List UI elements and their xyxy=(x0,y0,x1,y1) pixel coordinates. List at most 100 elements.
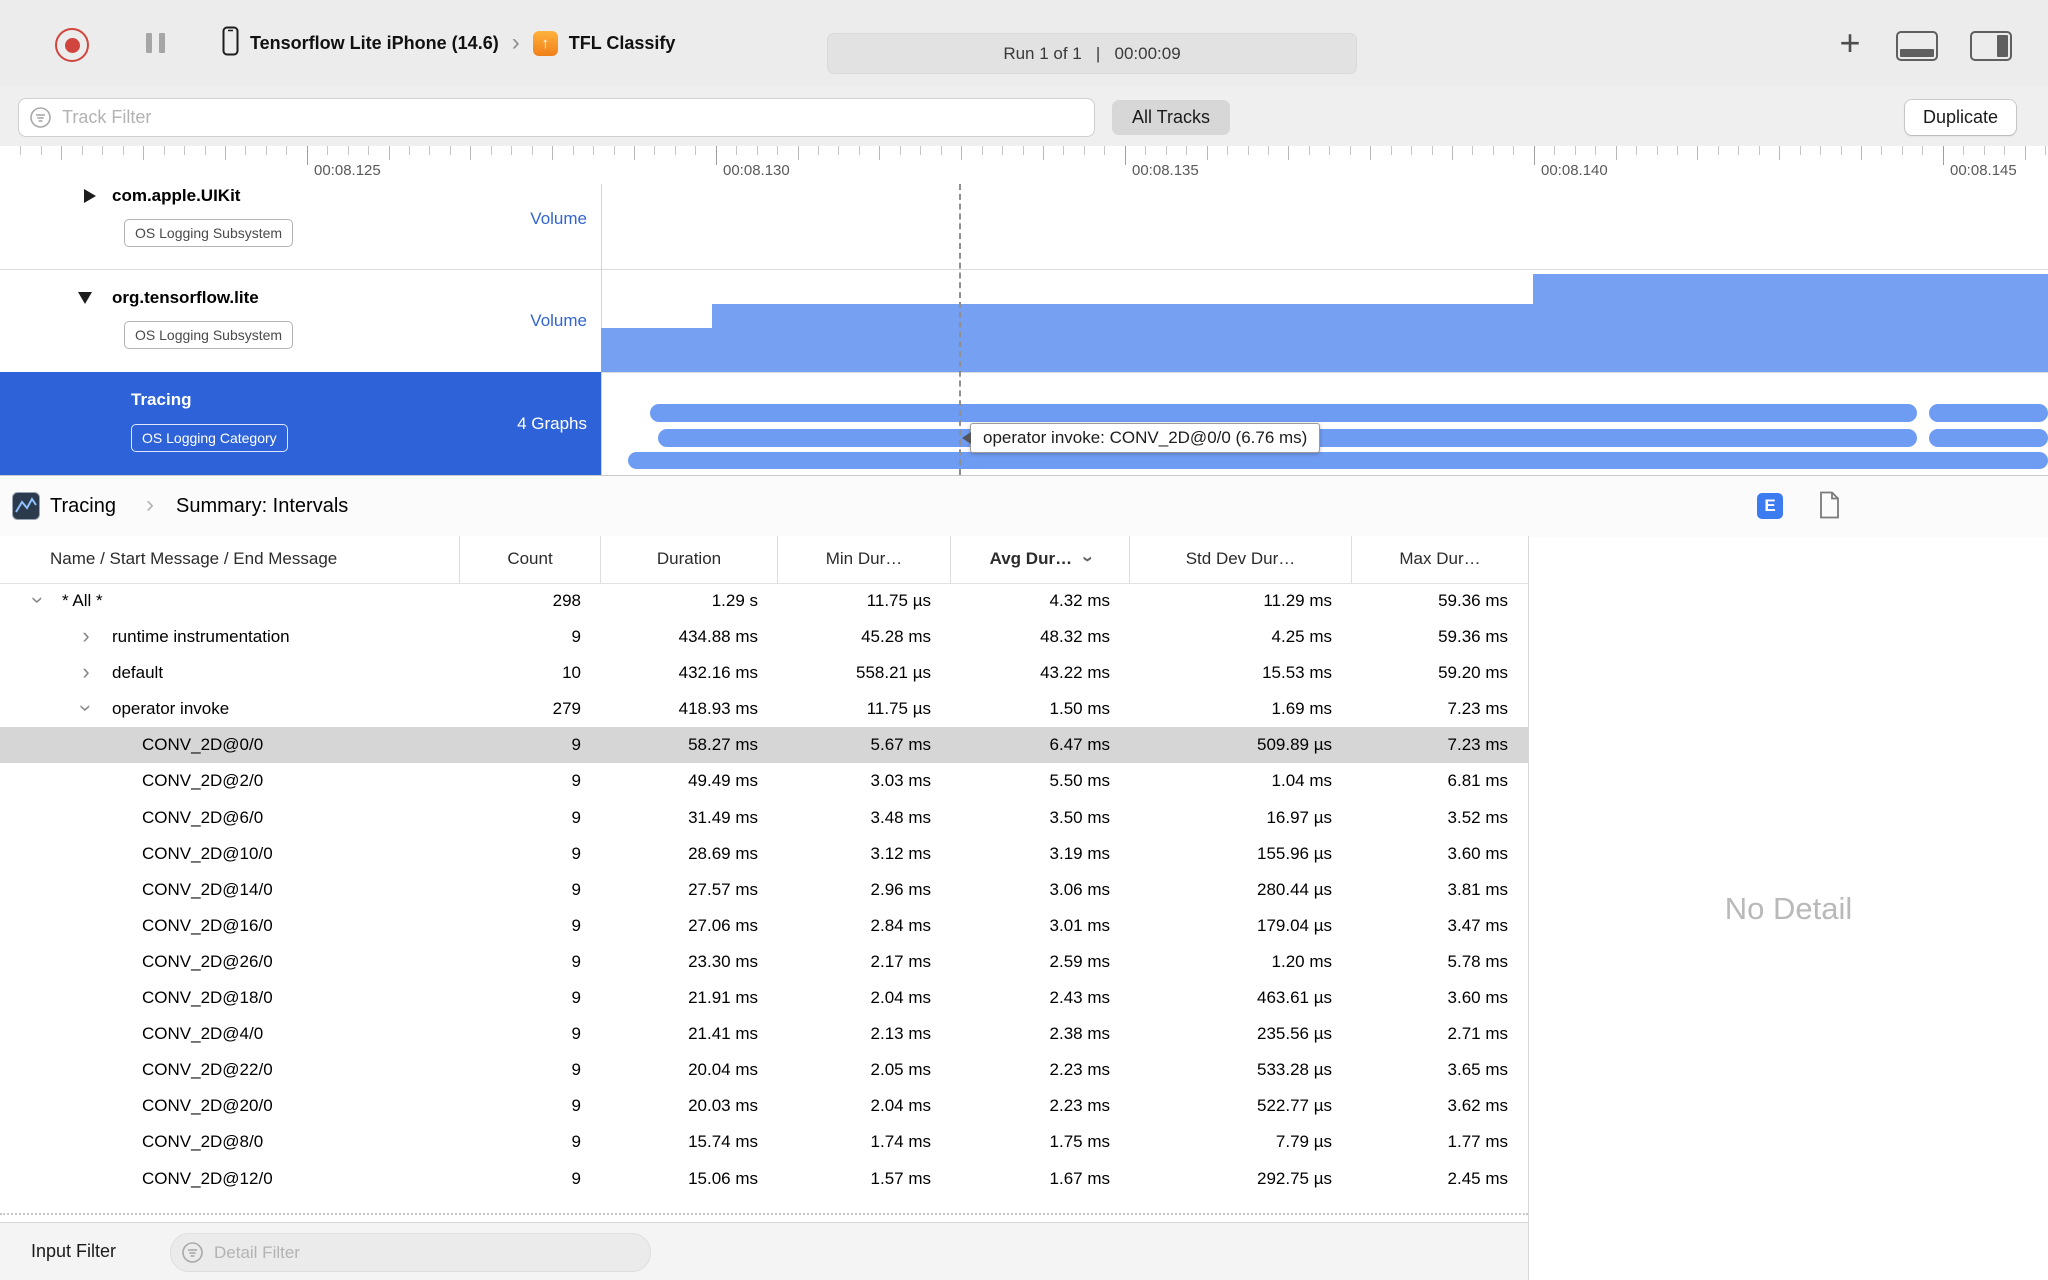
duration-cell: 418.93 ms xyxy=(678,699,758,719)
table-row[interactable]: CONV_2D@6/0 9 31.49 ms 3.48 ms 3.50 ms 16.97 … xyxy=(0,800,1528,836)
instruments-window: Tensorflow Lite iPhone (14.6) › ↑ TFL Cl… xyxy=(0,0,2048,1280)
filter-icon xyxy=(29,106,52,129)
duration-cell: 432.16 ms xyxy=(678,663,758,683)
ruler-tick xyxy=(1574,146,1576,155)
avg-duration-cell: 2.59 ms xyxy=(1049,951,1110,971)
pause-bar-icon xyxy=(159,33,165,53)
table-row[interactable]: › default 10 432.16 ms 558.21 µs 43.22 ms 15.5… xyxy=(0,655,1528,691)
ruler-tick xyxy=(1861,146,1862,160)
ruler-tick xyxy=(2004,146,2006,155)
interval-bar[interactable] xyxy=(628,452,2048,469)
expert-view-button[interactable]: E xyxy=(1757,493,1783,519)
table-row[interactable]: CONV_2D@16/0 9 27.06 ms 2.84 ms 3.01 ms 179.0… xyxy=(0,908,1528,944)
track-header-uikit[interactable]: com.apple.UIKit OS Logging Subsystem Vol… xyxy=(0,184,601,269)
ruler-tick xyxy=(572,146,574,155)
disclosure-chevron[interactable]: › xyxy=(76,655,96,689)
disclosure-chevron[interactable]: › xyxy=(76,619,96,653)
column-header-name[interactable]: Name / Start Message / End Message xyxy=(0,536,460,583)
std-dev-duration-cell: 463.61 µs xyxy=(1256,988,1332,1008)
interval-name: CONV_2D@16/0 xyxy=(142,915,273,935)
max-duration-cell: 3.52 ms xyxy=(1447,807,1508,827)
min-duration-cell: 558.21 µs xyxy=(855,663,931,683)
disclosure-expanded-icon[interactable] xyxy=(78,292,92,304)
detail-filter-input[interactable]: Detail Filter xyxy=(170,1233,651,1272)
ruler-tick xyxy=(388,146,390,160)
table-row[interactable]: CONV_2D@10/0 9 28.69 ms 3.12 ms 3.19 ms 155.9… xyxy=(0,836,1528,872)
table-row[interactable]: CONV_2D@20/0 9 20.03 ms 2.04 ms 2.23 ms 522.7… xyxy=(0,1088,1528,1124)
duration-cell: 15.06 ms xyxy=(688,1168,758,1188)
max-duration-cell: 2.71 ms xyxy=(1447,1024,1508,1044)
track-meta: Volume xyxy=(530,311,587,330)
detail-pane-header: Tracing › Summary: Intervals E xyxy=(0,475,2048,538)
disclosure-chevron[interactable]: › xyxy=(21,590,55,610)
volume-bar xyxy=(712,304,1533,372)
track-header-tracing[interactable]: Tracing OS Logging Category 4 Graphs xyxy=(0,372,601,475)
max-duration-cell: 2.45 ms xyxy=(1447,1168,1508,1188)
breadcrumb-instrument[interactable]: Tracing xyxy=(50,476,116,536)
duplicate-button[interactable]: Duplicate xyxy=(1904,100,2016,135)
table-row[interactable]: CONV_2D@4/0 9 21.41 ms 2.13 ms 2.38 ms 235.56… xyxy=(0,1016,1528,1052)
ruler-tick xyxy=(1288,146,1290,160)
table-row[interactable]: CONV_2D@2/0 9 49.49 ms 3.03 ms 5.50 ms 1.04 m… xyxy=(0,763,1528,799)
std-dev-duration-cell: 11.29 ms xyxy=(1263,591,1332,610)
column-header-duration[interactable]: Duration xyxy=(601,536,778,583)
min-duration-cell: 2.84 ms xyxy=(870,915,931,935)
table-row[interactable]: › runtime instrumentation 9 434.88 ms 45.28 … xyxy=(0,619,1528,655)
duration-cell: 20.03 ms xyxy=(688,1096,758,1116)
duration-cell: 27.57 ms xyxy=(688,879,758,899)
column-header-std-dev-duration[interactable]: Std Dev Dur… xyxy=(1130,536,1352,583)
disclosure-collapsed-icon[interactable] xyxy=(84,189,96,203)
table-row[interactable]: CONV_2D@22/0 9 20.04 ms 2.05 ms 2.23 ms 533.2… xyxy=(0,1052,1528,1088)
table-bottom-divider xyxy=(0,1213,1528,1215)
ruler-tick xyxy=(1595,146,1597,155)
ruler-tick xyxy=(1002,146,1003,155)
avg-duration-cell: 3.50 ms xyxy=(1049,807,1110,827)
toggle-bottom-pane-button[interactable] xyxy=(1896,31,1938,61)
add-instrument-button[interactable]: + xyxy=(1828,0,1872,86)
table-row[interactable]: › operator invoke 279 418.93 ms 11.75 µs 1.50… xyxy=(0,691,1528,727)
all-tracks-button[interactable]: All Tracks xyxy=(1112,100,1231,135)
avg-duration-cell: 48.32 ms xyxy=(1040,627,1110,647)
max-duration-cell: 3.65 ms xyxy=(1447,1060,1508,1080)
interval-bar[interactable] xyxy=(1929,429,2048,447)
disclosure-chevron[interactable]: › xyxy=(69,698,103,718)
std-dev-duration-cell: 1.69 ms xyxy=(1271,699,1332,719)
column-header-count[interactable]: Count xyxy=(460,536,601,583)
track-filter-input[interactable]: Track Filter xyxy=(18,98,1095,137)
target-device-selector[interactable]: Tensorflow Lite iPhone (14.6) › ↑ TFL Cl… xyxy=(222,0,675,86)
max-duration-cell: 59.20 ms xyxy=(1438,663,1508,683)
breadcrumb-view[interactable]: Summary: Intervals xyxy=(176,476,348,536)
interval-bar[interactable] xyxy=(650,404,1917,422)
avg-duration-cell: 2.43 ms xyxy=(1049,988,1110,1008)
column-header-min-duration[interactable]: Min Dur… xyxy=(778,536,951,583)
pause-button[interactable] xyxy=(146,33,165,53)
table-row[interactable]: CONV_2D@14/0 9 27.57 ms 2.96 ms 3.06 ms 280.4… xyxy=(0,872,1528,908)
toggle-right-pane-button[interactable] xyxy=(1970,31,2012,61)
document-icon[interactable] xyxy=(1818,491,1841,524)
max-duration-cell: 3.47 ms xyxy=(1447,915,1508,935)
count-cell: 9 xyxy=(571,879,581,899)
table-row[interactable]: CONV_2D@12/0 9 15.06 ms 1.57 ms 1.67 ms 292.7… xyxy=(0,1161,1528,1197)
table-row[interactable]: › * All * 298 1.29 s 11.75 µs 4.32 ms 11.29 ms… xyxy=(0,583,1528,619)
timeline-ruler[interactable]: 00:08.125 00:08.130 00:08.135 00:08.140 00:0… xyxy=(0,146,2048,185)
count-cell: 9 xyxy=(571,1132,581,1152)
record-button[interactable] xyxy=(55,28,89,62)
min-duration-cell: 2.17 ms xyxy=(870,951,931,971)
ruler-tick xyxy=(1452,146,1453,160)
interval-name: CONV_2D@20/0 xyxy=(142,1096,273,1116)
std-dev-duration-cell: 16.97 µs xyxy=(1266,807,1332,827)
interval-bar[interactable] xyxy=(1929,404,2048,422)
table-row[interactable]: CONV_2D@0/0 9 58.27 ms 5.67 ms 6.47 ms 509.89… xyxy=(0,727,1528,764)
min-duration-cell: 3.03 ms xyxy=(870,771,931,791)
bottom-pane-icon xyxy=(1900,49,1934,57)
input-filter-label[interactable]: Input Filter xyxy=(31,1223,116,1280)
std-dev-duration-cell: 280.44 µs xyxy=(1256,879,1332,899)
table-row[interactable]: CONV_2D@8/0 9 15.74 ms 1.74 ms 1.75 ms 7.79 µ… xyxy=(0,1124,1528,1160)
ruler-time-label: 00:08.145 xyxy=(1950,162,2017,179)
column-header-max-duration[interactable]: Max Dur… xyxy=(1352,536,1528,583)
table-row[interactable]: CONV_2D@26/0 9 23.30 ms 2.17 ms 2.59 ms 1.20 … xyxy=(0,944,1528,980)
column-header-avg-duration[interactable]: Avg Dur… › xyxy=(951,536,1130,583)
track-header-tensorflow[interactable]: org.tensorflow.lite OS Logging Subsystem… xyxy=(0,269,601,372)
table-row[interactable]: CONV_2D@18/0 9 21.91 ms 2.04 ms 2.43 ms 463.6… xyxy=(0,980,1528,1016)
count-cell: 9 xyxy=(571,807,581,827)
